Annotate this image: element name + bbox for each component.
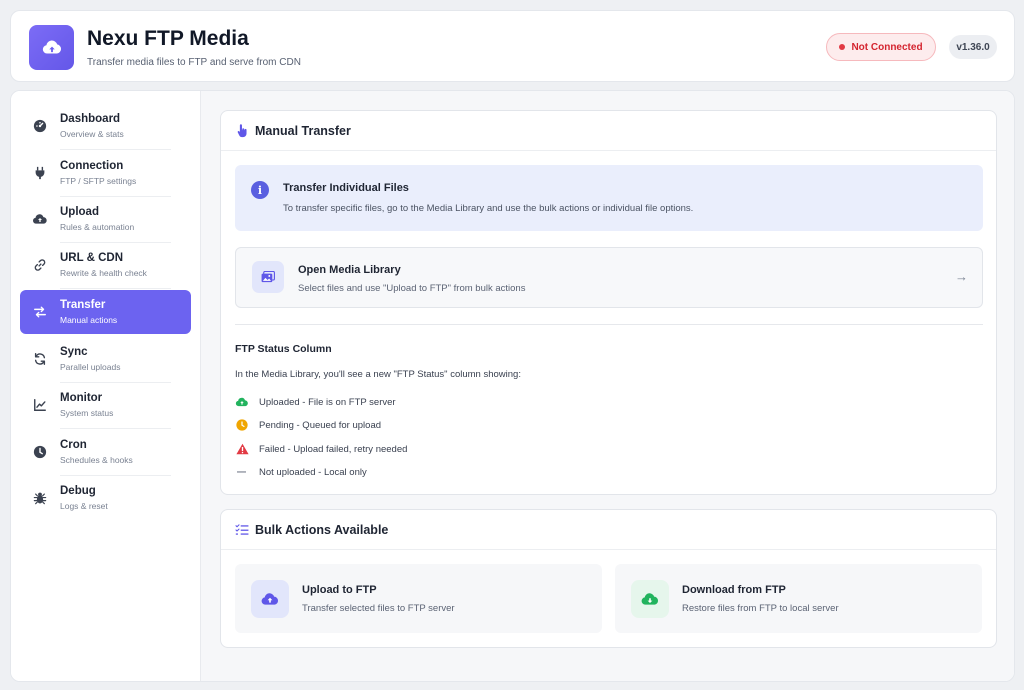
sidebar-item-label: Connection <box>60 160 124 172</box>
sidebar-item-label: Sync <box>60 346 88 358</box>
connection-status-badge: Not Connected <box>826 33 936 61</box>
sidebar-item-upload[interactable]: Upload Rules & automation <box>20 197 191 243</box>
image-gallery-icon <box>252 261 284 293</box>
sidebar-item-monitor[interactable]: Monitor System status <box>20 383 191 429</box>
status-legend-item: Not uploaded - Local only <box>235 465 367 479</box>
app-title: Nexu FTP Media <box>87 27 249 50</box>
arrow-right-icon: → <box>955 269 968 284</box>
sidebar-item-url-cdn[interactable]: URL & CDN Rewrite & health check <box>20 243 191 289</box>
dash-icon <box>235 465 249 479</box>
sidebar-item-desc: Schedules & hooks <box>60 455 133 465</box>
sidebar-item-desc: Rewrite & health check <box>60 268 147 278</box>
status-dot-icon <box>839 44 846 50</box>
bug-icon <box>32 490 48 506</box>
status-text: Pending - Queued for upload <box>259 419 382 431</box>
info-box: i Transfer Individual Files To transfer … <box>235 165 983 231</box>
status-legend-item: Uploaded - File is on FTP server <box>235 395 396 409</box>
sidebar-item-desc: FTP / SFTP settings <box>60 176 137 186</box>
gauge-icon <box>32 118 48 134</box>
sidebar-item-desc: System status <box>60 408 114 418</box>
sidebar-item-label: Debug <box>60 485 96 497</box>
sidebar-item-label: Dashboard <box>60 113 121 125</box>
info-title: Transfer Individual Files <box>283 182 409 194</box>
action-title: Download from FTP <box>682 584 786 596</box>
sidebar-item-debug[interactable]: Debug Logs & reset <box>20 476 191 520</box>
sidebar-item-cron[interactable]: Cron Schedules & hooks <box>20 430 191 476</box>
card-title: Bulk Actions Available <box>255 523 389 537</box>
open-media-library-link[interactable]: Open Media Library Select files and use … <box>235 247 983 308</box>
sidebar-item-transfer[interactable]: Transfer Manual actions <box>20 290 191 334</box>
arrows-exchange-icon <box>32 304 48 320</box>
cloud-upload-icon <box>29 25 74 70</box>
action-text: Transfer selected files to FTP server <box>302 603 455 614</box>
sidebar-item-sync[interactable]: Sync Parallel uploads <box>20 337 191 383</box>
sidebar-item-desc: Overview & stats <box>60 129 124 139</box>
link-icon <box>32 257 48 273</box>
divider <box>60 428 171 429</box>
sidebar-item-connection[interactable]: Connection FTP / SFTP settings <box>20 151 191 197</box>
sidebar-item-label: Monitor <box>60 392 103 404</box>
bulk-actions-card: Bulk Actions Available Upload to FTP Tra… <box>220 509 997 648</box>
cloud-upload-icon <box>251 580 289 618</box>
link-text: Select files and use "Upload to FTP" fro… <box>298 283 526 294</box>
cloud-check-icon <box>235 395 249 409</box>
card-header: Manual Transfer <box>221 111 996 151</box>
status-text: Uploaded - File is on FTP server <box>259 396 396 408</box>
status-legend-item: Pending - Queued for upload <box>235 418 381 432</box>
divider <box>60 149 171 150</box>
chart-line-icon <box>32 397 48 413</box>
download-from-ftp-action[interactable]: Download from FTP Restore files from FTP… <box>615 564 982 633</box>
plug-icon <box>32 165 48 181</box>
card-title: Manual Transfer <box>255 124 351 138</box>
card-header: Bulk Actions Available <box>221 510 996 550</box>
sidebar-item-desc: Parallel uploads <box>60 362 121 372</box>
sidebar-item-label: URL & CDN <box>60 252 124 264</box>
pointer-hand-icon <box>235 124 249 138</box>
connection-status-text: Not Connected <box>851 41 923 53</box>
sidebar-item-desc: Rules & automation <box>60 222 135 232</box>
sidebar-item-label: Transfer <box>60 299 106 311</box>
ftp-status-title: FTP Status Column <box>235 343 332 355</box>
divider <box>60 288 171 289</box>
clock-icon <box>235 418 249 432</box>
cloud-upload-icon <box>32 211 48 227</box>
sidebar-item-label: Upload <box>60 206 99 218</box>
warning-icon <box>235 442 249 456</box>
sidebar-item-dashboard[interactable]: Dashboard Overview & stats <box>20 104 191 150</box>
cloud-download-icon <box>631 580 669 618</box>
app-header: Nexu FTP Media Transfer media files to F… <box>10 10 1015 82</box>
link-title: Open Media Library <box>298 264 401 276</box>
info-icon: i <box>251 181 269 199</box>
action-text: Restore files from FTP to local server <box>682 603 839 614</box>
app-subtitle: Transfer media files to FTP and serve fr… <box>87 57 301 68</box>
manual-transfer-card: Manual Transfer i Transfer Individual Fi… <box>220 110 997 495</box>
status-text: Not uploaded - Local only <box>259 466 367 478</box>
ftp-status-intro: In the Media Library, you'll see a new "… <box>235 369 521 380</box>
version-badge: v1.36.0 <box>949 35 997 59</box>
content-area: Manual Transfer i Transfer Individual Fi… <box>201 91 1014 681</box>
main-panel: Dashboard Overview & stats Connection FT… <box>10 90 1015 682</box>
sidebar-item-desc: Manual actions <box>60 315 118 325</box>
action-title: Upload to FTP <box>302 584 377 596</box>
sidebar-item-desc: Logs & reset <box>60 501 108 511</box>
clock-icon <box>32 444 48 460</box>
sidebar: Dashboard Overview & stats Connection FT… <box>11 91 201 681</box>
upload-to-ftp-action[interactable]: Upload to FTP Transfer selected files to… <box>235 564 602 633</box>
checklist-icon <box>235 523 249 537</box>
info-text: To transfer specific files, go to the Me… <box>283 203 694 214</box>
sidebar-item-label: Cron <box>60 439 87 451</box>
status-legend-item: Failed - Upload failed, retry needed <box>235 442 407 456</box>
sync-icon <box>32 351 48 367</box>
status-text: Failed - Upload failed, retry needed <box>259 443 408 455</box>
divider <box>235 324 983 325</box>
